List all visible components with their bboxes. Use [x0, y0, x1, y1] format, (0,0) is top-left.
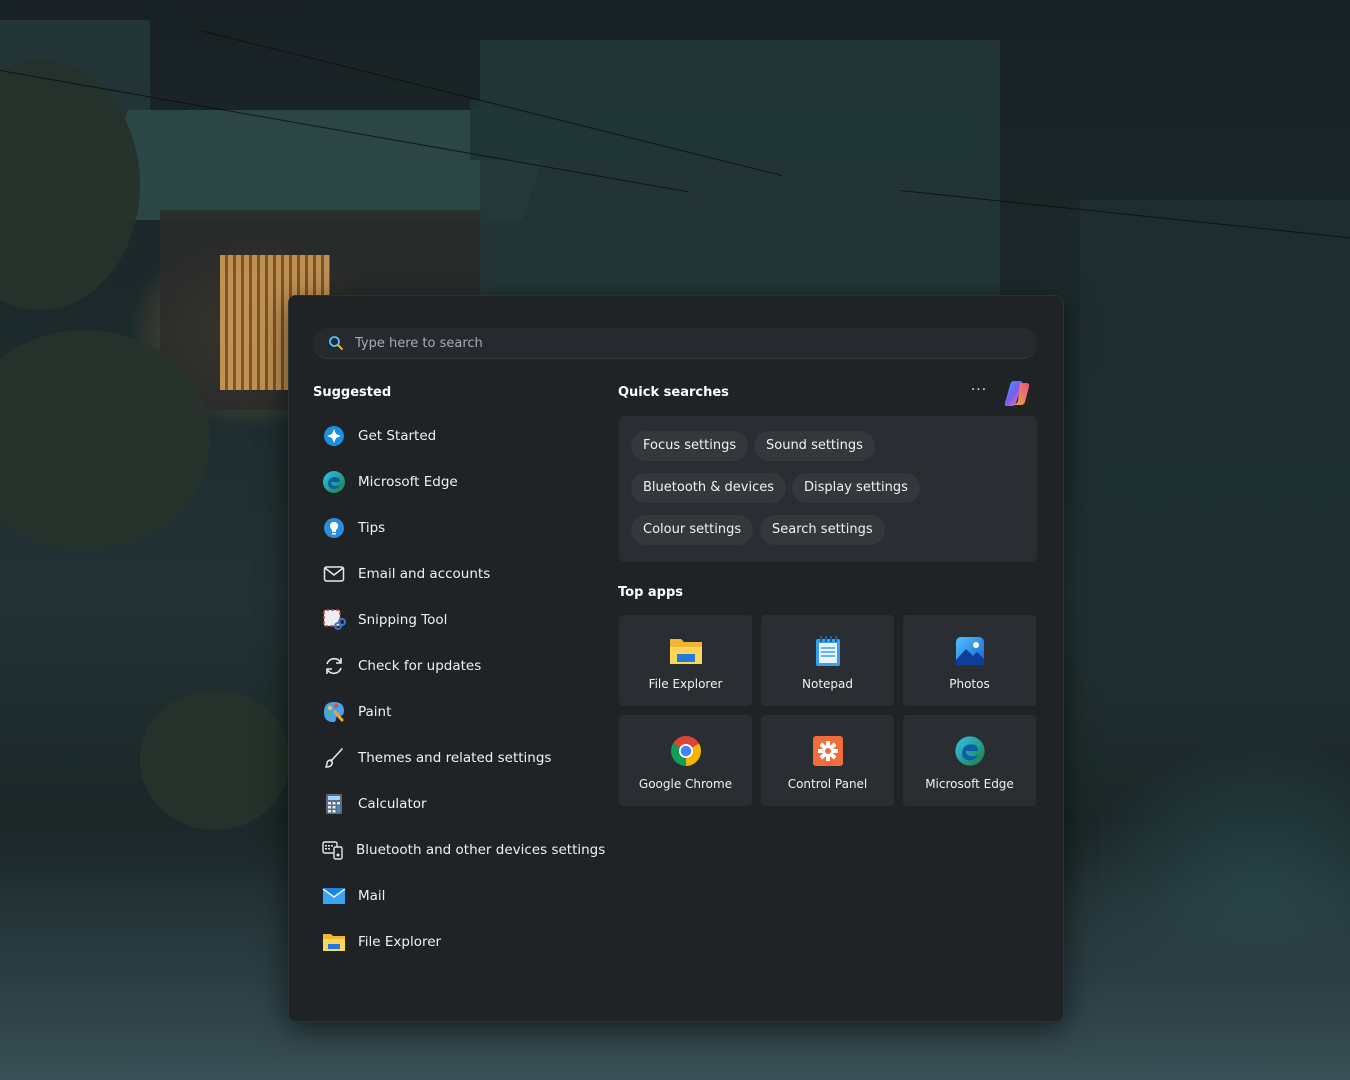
search-flyout: Suggested Get Started Microsoft Edge Tip… [288, 295, 1064, 1022]
photos-icon [953, 634, 987, 668]
suggested-item-label: Check for updates [358, 658, 482, 674]
suggested-item-label: Snipping Tool [358, 612, 448, 628]
search-input[interactable] [353, 334, 957, 352]
more-options-button[interactable]: ··· [969, 382, 989, 402]
suggested-item-label: Paint [358, 704, 392, 720]
suggested-item-mail[interactable]: Mail [313, 873, 603, 919]
paint-icon [322, 700, 346, 724]
folder-icon [322, 930, 346, 954]
app-tile-photos[interactable]: Photos [903, 615, 1036, 706]
app-tile-google-chrome[interactable]: Google Chrome [619, 715, 752, 806]
control-panel-icon [811, 734, 845, 768]
search-icon [327, 334, 345, 352]
suggested-list: Get Started Microsoft Edge Tips Email an… [313, 413, 606, 965]
mail-app-icon [322, 884, 346, 908]
suggested-item-themes[interactable]: Themes and related settings [313, 735, 603, 781]
mail-outline-icon [322, 562, 346, 586]
chip-focus-settings[interactable]: Focus settings [631, 431, 749, 461]
suggested-item-label: Themes and related settings [358, 750, 552, 766]
app-tile-label: Google Chrome [638, 777, 733, 791]
suggested-item-check-updates[interactable]: Check for updates [313, 643, 603, 689]
refresh-icon [322, 654, 346, 678]
app-tile-label: Photos [949, 677, 990, 691]
get-started-icon [322, 424, 346, 448]
calculator-icon [322, 792, 346, 816]
folder-icon [669, 634, 703, 668]
app-tile-label: Microsoft Edge [925, 777, 1014, 791]
suggested-item-label: Tips [358, 520, 386, 536]
edge-icon [953, 734, 987, 768]
suggested-title: Suggested [313, 385, 392, 400]
devices-icon [322, 838, 344, 862]
notepad-icon [811, 634, 845, 668]
app-tile-label: Notepad [802, 677, 853, 691]
suggested-item-bluetooth-devices[interactable]: Bluetooth and other devices settings [313, 827, 606, 873]
quick-searches-title: Quick searches [618, 385, 729, 400]
suggested-item-label: Get Started [358, 428, 437, 444]
suggested-item-label: Mail [358, 888, 386, 904]
app-tile-control-panel[interactable]: Control Panel [761, 715, 894, 806]
search-box[interactable] [313, 328, 1037, 359]
tips-icon [322, 516, 346, 540]
snipping-tool-icon [322, 608, 346, 632]
app-tile-microsoft-edge[interactable]: Microsoft Edge [903, 715, 1036, 806]
top-apps-title: Top apps [618, 585, 684, 600]
suggested-item-label: Email and accounts [358, 566, 491, 582]
app-tile-label: Control Panel [787, 777, 868, 791]
app-tile-label: File Explorer [648, 677, 723, 691]
suggested-item-label: Calculator [358, 796, 427, 812]
chrome-icon [669, 734, 703, 768]
suggested-item-microsoft-edge[interactable]: Microsoft Edge [313, 459, 603, 505]
suggested-item-paint[interactable]: Paint [313, 689, 603, 735]
quick-searches-panel: Focus settings Sound settings Bluetooth … [619, 416, 1037, 562]
suggested-item-snipping-tool[interactable]: Snipping Tool [313, 597, 603, 643]
suggested-item-email-accounts[interactable]: Email and accounts [313, 551, 603, 597]
suggested-item-label: Bluetooth and other devices settings [356, 842, 606, 858]
chip-search-settings[interactable]: Search settings [760, 515, 885, 545]
brush-icon [322, 746, 346, 770]
chip-sound-settings[interactable]: Sound settings [754, 431, 875, 461]
app-tile-file-explorer[interactable]: File Explorer [619, 615, 752, 706]
suggested-item-get-started[interactable]: Get Started [313, 413, 603, 459]
suggested-item-file-explorer[interactable]: File Explorer [313, 919, 603, 965]
suggested-item-tips[interactable]: Tips [313, 505, 603, 551]
edge-icon [322, 470, 346, 494]
copilot-icon[interactable] [1000, 376, 1034, 410]
chip-display-settings[interactable]: Display settings [792, 473, 920, 503]
suggested-item-label: File Explorer [358, 934, 442, 950]
chip-bluetooth-devices[interactable]: Bluetooth & devices [631, 473, 786, 503]
app-tile-notepad[interactable]: Notepad [761, 615, 894, 706]
suggested-item-label: Microsoft Edge [358, 474, 458, 490]
chip-colour-settings[interactable]: Colour settings [631, 515, 754, 545]
suggested-item-calculator[interactable]: Calculator [313, 781, 603, 827]
